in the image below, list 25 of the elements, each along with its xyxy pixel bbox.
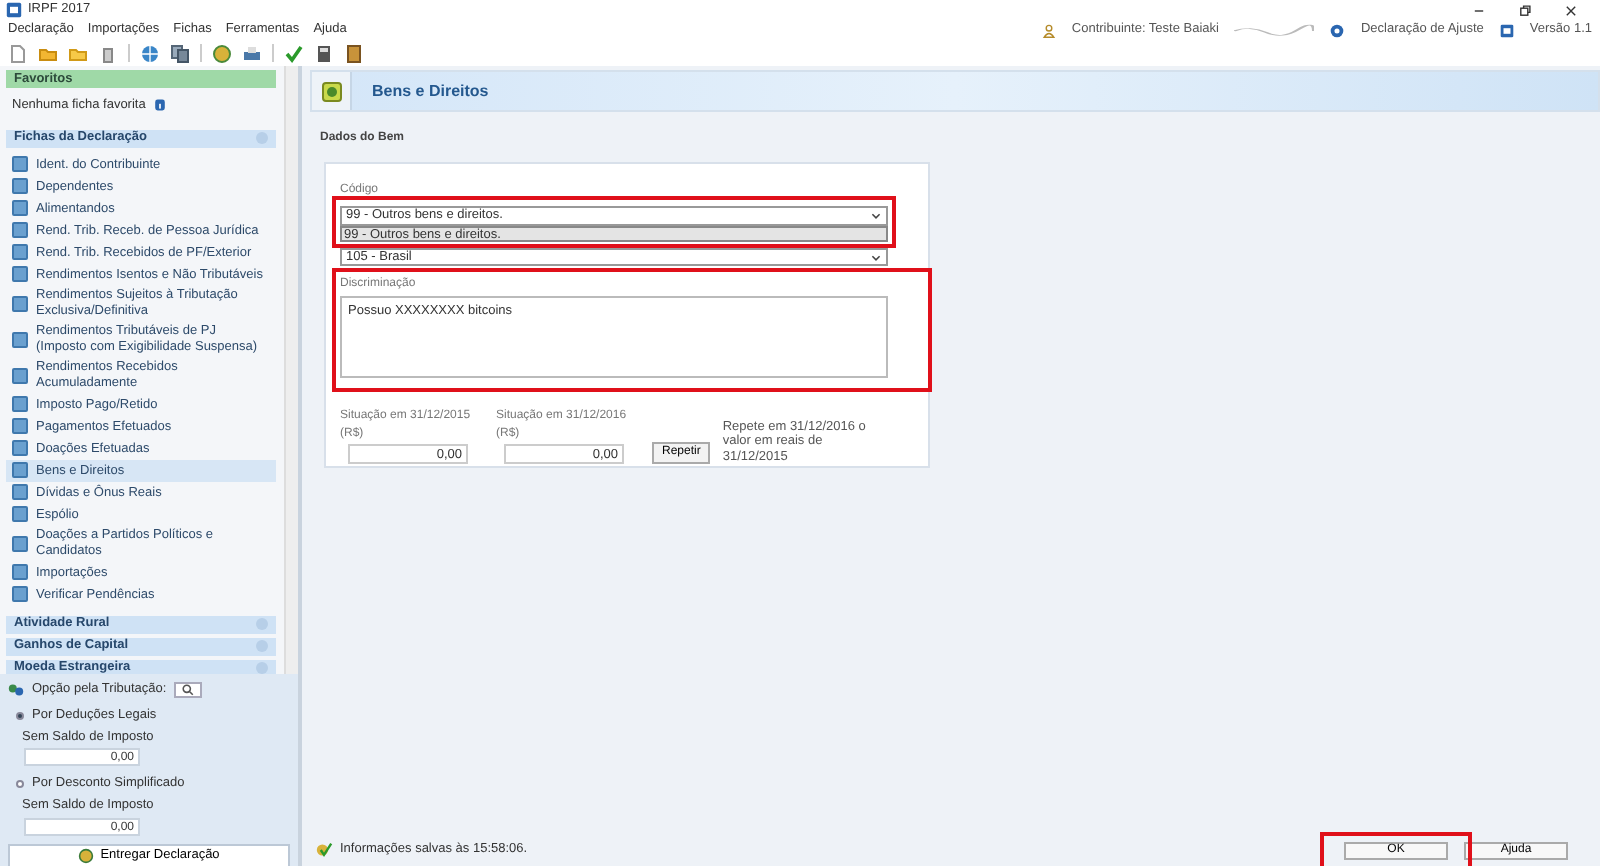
version-icon <box>1499 23 1514 37</box>
calculator-icon[interactable] <box>314 43 334 63</box>
copy-icon[interactable] <box>170 43 190 63</box>
restore-icon[interactable] <box>1518 3 1532 17</box>
scribble-drawing <box>1234 23 1315 37</box>
trash-icon[interactable] <box>98 43 118 63</box>
book-icon[interactable] <box>344 43 364 63</box>
app-icon <box>6 2 22 18</box>
scrollbar[interactable] <box>284 66 298 674</box>
close-icon[interactable] <box>1564 3 1578 17</box>
person-icon <box>1041 23 1056 37</box>
page-title: Bens e Direitos <box>372 79 489 103</box>
search-icon <box>182 683 195 696</box>
check-icon[interactable] <box>284 43 304 63</box>
form-icon <box>12 331 28 348</box>
caret-icon[interactable] <box>870 210 882 222</box>
radio-button[interactable] <box>16 711 24 720</box>
info-icon <box>153 98 166 113</box>
info-icon <box>1330 23 1345 37</box>
radio-button[interactable] <box>16 780 24 789</box>
coin-icon[interactable] <box>212 43 232 63</box>
saved-check-icon <box>314 842 334 858</box>
printer-icon[interactable] <box>242 43 262 63</box>
caret-icon[interactable] <box>870 251 882 263</box>
search-button[interactable] <box>174 681 203 698</box>
